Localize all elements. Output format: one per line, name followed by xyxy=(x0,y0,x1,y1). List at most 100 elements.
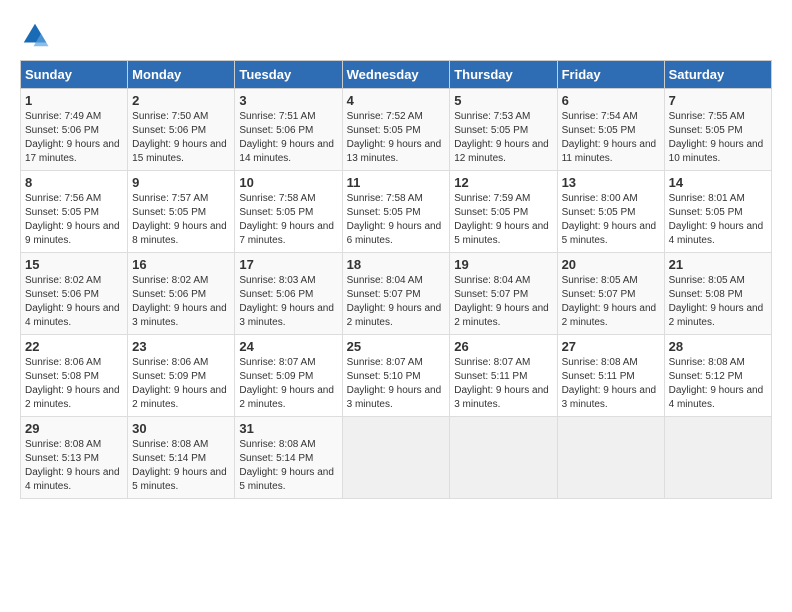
day-info: Sunrise: 8:03 AM Sunset: 5:06 PM Dayligh… xyxy=(239,274,337,330)
calendar-cell: 7 Sunrise: 7:55 AM Sunset: 5:05 PM Daylig… xyxy=(664,89,771,171)
day-info: Sunrise: 8:05 AM Sunset: 5:08 PM Dayligh… xyxy=(669,274,767,330)
weekday-header-row: SundayMondayTuesdayWednesdayThursdayFrid… xyxy=(21,61,772,89)
calendar-cell: 21 Sunrise: 8:05 AM Sunset: 5:08 PM Dayli… xyxy=(664,253,771,335)
calendar-cell: 31Sunrise: 8:08 AM Sunset: 5:14 PM Dayli… xyxy=(235,417,342,499)
day-number: 21 xyxy=(669,257,767,272)
day-info: Sunrise: 8:02 AM Sunset: 5:06 PM Dayligh… xyxy=(132,274,230,330)
day-number: 15 xyxy=(25,257,123,272)
calendar-cell: 25 Sunrise: 8:07 AM Sunset: 5:10 PM Dayli… xyxy=(342,335,450,417)
day-info: Sunrise: 7:50 AM Sunset: 5:06 PM Dayligh… xyxy=(132,110,230,166)
day-info: Sunrise: 7:49 AM Sunset: 5:06 PM Dayligh… xyxy=(25,110,123,166)
day-number: 27 xyxy=(562,339,660,354)
calendar-cell: 17 Sunrise: 8:03 AM Sunset: 5:06 PM Dayli… xyxy=(235,253,342,335)
day-info: Sunrise: 8:05 AM Sunset: 5:07 PM Dayligh… xyxy=(562,274,660,330)
calendar-cell: 22 Sunrise: 8:06 AM Sunset: 5:08 PM Dayli… xyxy=(21,335,128,417)
logo-icon xyxy=(20,20,50,50)
calendar-cell: 27 Sunrise: 8:08 AM Sunset: 5:11 PM Dayli… xyxy=(557,335,664,417)
calendar-cell: 11Sunrise: 7:58 AM Sunset: 5:05 PM Dayli… xyxy=(342,171,450,253)
day-info: Sunrise: 7:52 AM Sunset: 5:05 PM Dayligh… xyxy=(347,110,446,166)
weekday-header-tuesday: Tuesday xyxy=(235,61,342,89)
day-info: Sunrise: 8:06 AM Sunset: 5:09 PM Dayligh… xyxy=(132,356,230,412)
day-info: Sunrise: 8:08 AM Sunset: 5:13 PM Dayligh… xyxy=(25,438,123,494)
calendar-cell: 13 Sunrise: 8:00 AM Sunset: 5:05 PM Dayli… xyxy=(557,171,664,253)
day-info: Sunrise: 8:00 AM Sunset: 5:05 PM Dayligh… xyxy=(562,192,660,248)
calendar-cell: 9 Sunrise: 7:57 AM Sunset: 5:05 PM Daylig… xyxy=(128,171,235,253)
day-info: Sunrise: 7:55 AM Sunset: 5:05 PM Dayligh… xyxy=(669,110,767,166)
day-number: 26 xyxy=(454,339,552,354)
weekday-header-wednesday: Wednesday xyxy=(342,61,450,89)
day-info: Sunrise: 8:07 AM Sunset: 5:10 PM Dayligh… xyxy=(347,356,446,412)
day-info: Sunrise: 7:58 AM Sunset: 5:05 PM Dayligh… xyxy=(347,192,446,248)
calendar-cell: 10Sunrise: 7:58 AM Sunset: 5:05 PM Dayli… xyxy=(235,171,342,253)
day-info: Sunrise: 8:07 AM Sunset: 5:09 PM Dayligh… xyxy=(239,356,337,412)
day-info: Sunrise: 7:57 AM Sunset: 5:05 PM Dayligh… xyxy=(132,192,230,248)
day-number: 24 xyxy=(239,339,337,354)
calendar-cell: 15 Sunrise: 8:02 AM Sunset: 5:06 PM Dayli… xyxy=(21,253,128,335)
calendar-cell: 18 Sunrise: 8:04 AM Sunset: 5:07 PM Dayli… xyxy=(342,253,450,335)
day-info: Sunrise: 8:08 AM Sunset: 5:14 PM Dayligh… xyxy=(132,438,230,494)
page-header xyxy=(20,20,772,50)
day-info: Sunrise: 8:06 AM Sunset: 5:08 PM Dayligh… xyxy=(25,356,123,412)
weekday-header-friday: Friday xyxy=(557,61,664,89)
day-number: 10 xyxy=(239,175,337,190)
calendar-cell: 3 Sunrise: 7:51 AM Sunset: 5:06 PM Daylig… xyxy=(235,89,342,171)
weekday-header-monday: Monday xyxy=(128,61,235,89)
day-number: 29 xyxy=(25,421,123,436)
calendar-cell: 26 Sunrise: 8:07 AM Sunset: 5:11 PM Dayli… xyxy=(450,335,557,417)
day-number: 8 xyxy=(25,175,123,190)
calendar-week-row: 8 Sunrise: 7:56 AM Sunset: 5:05 PM Daylig… xyxy=(21,171,772,253)
calendar-cell: 19Sunrise: 8:04 AM Sunset: 5:07 PM Dayli… xyxy=(450,253,557,335)
calendar-week-row: 15 Sunrise: 8:02 AM Sunset: 5:06 PM Dayli… xyxy=(21,253,772,335)
day-number: 18 xyxy=(347,257,446,272)
calendar-cell xyxy=(664,417,771,499)
calendar-cell: 23 Sunrise: 8:06 AM Sunset: 5:09 PM Dayli… xyxy=(128,335,235,417)
day-info: Sunrise: 8:08 AM Sunset: 5:11 PM Dayligh… xyxy=(562,356,660,412)
calendar-cell: 5Sunrise: 7:53 AM Sunset: 5:05 PM Daylig… xyxy=(450,89,557,171)
day-number: 2 xyxy=(132,93,230,108)
day-number: 4 xyxy=(347,93,446,108)
calendar-cell: 20Sunrise: 8:05 AM Sunset: 5:07 PM Dayli… xyxy=(557,253,664,335)
day-number: 12 xyxy=(454,175,552,190)
day-number: 6 xyxy=(562,93,660,108)
day-number: 17 xyxy=(239,257,337,272)
calendar-cell xyxy=(342,417,450,499)
calendar-cell: 24 Sunrise: 8:07 AM Sunset: 5:09 PM Dayli… xyxy=(235,335,342,417)
day-number: 25 xyxy=(347,339,446,354)
calendar-cell: 6 Sunrise: 7:54 AM Sunset: 5:05 PM Daylig… xyxy=(557,89,664,171)
calendar-week-row: 29 Sunrise: 8:08 AM Sunset: 5:13 PM Dayli… xyxy=(21,417,772,499)
day-info: Sunrise: 8:02 AM Sunset: 5:06 PM Dayligh… xyxy=(25,274,123,330)
calendar-cell: 30 Sunrise: 8:08 AM Sunset: 5:14 PM Dayli… xyxy=(128,417,235,499)
day-number: 13 xyxy=(562,175,660,190)
day-info: Sunrise: 7:56 AM Sunset: 5:05 PM Dayligh… xyxy=(25,192,123,248)
calendar-cell: 14 Sunrise: 8:01 AM Sunset: 5:05 PM Dayli… xyxy=(664,171,771,253)
day-number: 23 xyxy=(132,339,230,354)
calendar-cell: 8 Sunrise: 7:56 AM Sunset: 5:05 PM Daylig… xyxy=(21,171,128,253)
day-info: Sunrise: 8:07 AM Sunset: 5:11 PM Dayligh… xyxy=(454,356,552,412)
day-number: 31 xyxy=(239,421,337,436)
calendar-cell: 4 Sunrise: 7:52 AM Sunset: 5:05 PM Daylig… xyxy=(342,89,450,171)
day-number: 22 xyxy=(25,339,123,354)
day-info: Sunrise: 7:54 AM Sunset: 5:05 PM Dayligh… xyxy=(562,110,660,166)
weekday-header-thursday: Thursday xyxy=(450,61,557,89)
day-number: 14 xyxy=(669,175,767,190)
calendar-cell xyxy=(557,417,664,499)
day-number: 3 xyxy=(239,93,337,108)
day-number: 7 xyxy=(669,93,767,108)
day-number: 16 xyxy=(132,257,230,272)
day-info: Sunrise: 7:53 AM Sunset: 5:05 PM Dayligh… xyxy=(454,110,552,166)
calendar-cell: 29 Sunrise: 8:08 AM Sunset: 5:13 PM Dayli… xyxy=(21,417,128,499)
calendar-cell: 12 Sunrise: 7:59 AM Sunset: 5:05 PM Dayli… xyxy=(450,171,557,253)
calendar-week-row: 22 Sunrise: 8:06 AM Sunset: 5:08 PM Dayli… xyxy=(21,335,772,417)
day-info: Sunrise: 7:59 AM Sunset: 5:05 PM Dayligh… xyxy=(454,192,552,248)
calendar-cell: 16 Sunrise: 8:02 AM Sunset: 5:06 PM Dayli… xyxy=(128,253,235,335)
day-info: Sunrise: 7:51 AM Sunset: 5:06 PM Dayligh… xyxy=(239,110,337,166)
day-number: 28 xyxy=(669,339,767,354)
calendar-body: 1 Sunrise: 7:49 AM Sunset: 5:06 PM Daylig… xyxy=(21,89,772,499)
calendar-table: SundayMondayTuesdayWednesdayThursdayFrid… xyxy=(20,60,772,499)
day-number: 9 xyxy=(132,175,230,190)
day-info: Sunrise: 8:04 AM Sunset: 5:07 PM Dayligh… xyxy=(454,274,552,330)
day-info: Sunrise: 8:01 AM Sunset: 5:05 PM Dayligh… xyxy=(669,192,767,248)
day-number: 1 xyxy=(25,93,123,108)
day-number: 30 xyxy=(132,421,230,436)
day-info: Sunrise: 8:04 AM Sunset: 5:07 PM Dayligh… xyxy=(347,274,446,330)
